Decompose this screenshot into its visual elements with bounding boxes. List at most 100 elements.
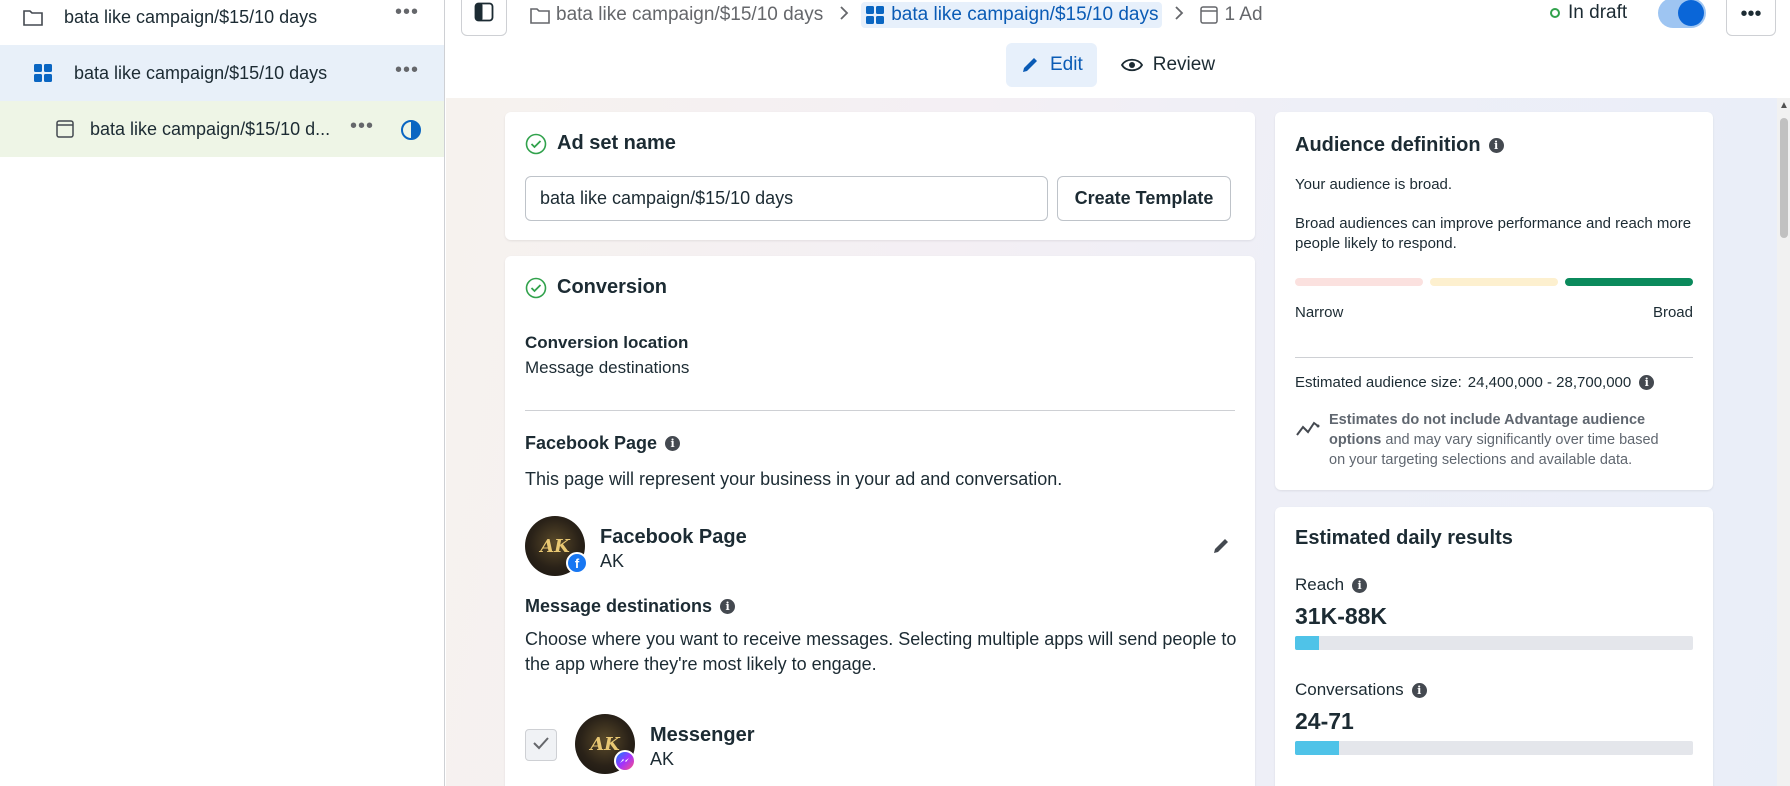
ad-page-icon <box>54 118 76 140</box>
section-title: Ad set name <box>525 132 676 155</box>
sidebar-panel-icon <box>474 2 494 27</box>
message-destinations-desc-1: Choose where you want to receive message… <box>525 629 1237 649</box>
folder-icon <box>530 6 550 24</box>
adset-name-input[interactable] <box>525 176 1048 221</box>
facebook-badge-icon: f <box>566 552 588 574</box>
audience-size-value: 24,400,000 - 28,700,000 <box>1467 374 1632 391</box>
more-options-icon[interactable]: ••• <box>350 115 374 138</box>
tree-item-label: bata like campaign/$15/10 days <box>74 62 328 83</box>
facebook-page-heading: Facebook Page i <box>525 433 681 454</box>
folder-icon <box>22 6 44 28</box>
estimate-note-line2: options and may vary significantly over … <box>1329 432 1659 448</box>
breadcrumb-label: bata like campaign/$15/10 days <box>891 4 1159 25</box>
messenger-badge-icon <box>614 750 636 772</box>
tree-item-ad[interactable]: bata like campaign/$15/10 d... ••• <box>0 101 444 157</box>
tree-item-label: bata like campaign/$15/10 d... <box>90 118 331 139</box>
adset-name-title: Ad set name <box>557 132 676 154</box>
reach-value: 31K-88K <box>1295 603 1388 629</box>
audience-broad-text: Your audience is broad. <box>1295 176 1453 193</box>
avatar-logo-text: AK <box>590 733 620 755</box>
adset-on-off-toggle[interactable] <box>1658 0 1706 28</box>
selected-page-name: Facebook Page <box>600 526 747 548</box>
info-icon[interactable]: i <box>720 599 736 614</box>
scrollbar-thumb[interactable] <box>1780 118 1788 238</box>
message-destinations-label: Message destinations <box>525 596 713 616</box>
info-icon[interactable]: i <box>665 436 681 451</box>
message-destinations-desc-2: the app where they're most likely to eng… <box>525 654 877 674</box>
message-destinations-heading: Message destinations i <box>525 596 736 617</box>
messenger-checkbox[interactable] <box>525 729 557 761</box>
half-circle-status-icon <box>400 119 422 146</box>
check-circle-icon <box>525 133 547 155</box>
info-icon[interactable]: i <box>1639 375 1655 390</box>
info-icon[interactable]: i <box>1352 577 1368 593</box>
breadcrumb-campaign[interactable]: bata like campaign/$15/10 days <box>526 2 827 28</box>
info-icon[interactable]: i <box>1488 138 1504 153</box>
audience-definition-title: Audience definition <box>1295 134 1481 156</box>
pencil-edit-icon[interactable] <box>1211 536 1231 561</box>
tree-item-label: bata like campaign/$15/10 days <box>64 6 318 27</box>
tab-label: Edit <box>1050 54 1083 75</box>
section-title: Estimated daily results <box>1295 527 1513 550</box>
tab-label: Review <box>1152 54 1216 75</box>
divider <box>1295 357 1693 358</box>
meter-narrow-label: Narrow <box>1295 304 1344 321</box>
status-badge: In draft <box>1550 2 1627 24</box>
reach-bar-fill <box>1295 636 1319 650</box>
editor-main: Ad set name Create Template Conversion C… <box>446 98 1790 786</box>
selected-page-sub: AK <box>600 551 625 571</box>
more-options-icon: ••• <box>1740 2 1762 25</box>
breadcrumb: bata like campaign/$15/10 days bata like… <box>526 0 1267 30</box>
sidebar-toggle-button[interactable] <box>461 0 507 36</box>
chevron-right-icon <box>1174 5 1184 26</box>
status-dot-icon <box>1550 8 1560 18</box>
tree-item-adset[interactable]: bata like campaign/$15/10 days ••• <box>0 45 444 101</box>
edit-review-tabs: Edit Review <box>1006 43 1229 87</box>
trend-line-icon <box>1295 416 1321 443</box>
campaign-tree: bata like campaign/$15/10 days ••• bata … <box>0 0 445 786</box>
chevron-right-icon <box>839 5 849 26</box>
facebook-page-description: This page will represent your business i… <box>525 469 1063 489</box>
status-label: In draft <box>1568 2 1628 23</box>
info-icon[interactable]: i <box>1411 682 1427 698</box>
scroll-up-arrow-icon[interactable]: ▲ <box>1779 100 1789 111</box>
breadcrumb-adset[interactable]: bata like campaign/$15/10 days <box>861 2 1163 28</box>
estimate-note-bold: options <box>1329 432 1382 448</box>
audience-desc-2: people likely to respond. <box>1295 235 1457 252</box>
section-title: Audience definition i <box>1295 134 1504 157</box>
reach-bar <box>1295 636 1693 650</box>
breadcrumb-label: bata like campaign/$15/10 days <box>556 4 824 25</box>
more-options-button[interactable]: ••• <box>1726 0 1776 36</box>
audience-meter-narrow <box>1295 278 1423 286</box>
checkmark-icon <box>532 736 550 755</box>
reach-label: Reach <box>1295 575 1345 594</box>
adset-grid-icon <box>32 62 54 84</box>
tab-review[interactable]: Review <box>1107 43 1229 87</box>
audience-desc-1: Broad audiences can improve performance … <box>1295 215 1692 232</box>
audience-definition-card: Audience definition i Your audience is b… <box>1275 112 1713 490</box>
audience-meter-broad <box>1565 278 1693 286</box>
meter-broad-label: Broad <box>1652 304 1693 321</box>
top-bar: bata like campaign/$15/10 days bata like… <box>446 0 1790 98</box>
pencil-icon <box>1020 55 1040 75</box>
conversion-card: Conversion Conversion location Message d… <box>505 256 1255 786</box>
estimate-note-text: and may vary significantly over time bas… <box>1381 432 1659 448</box>
conversations-value: 24-71 <box>1295 708 1354 734</box>
conversion-title: Conversion <box>557 276 668 298</box>
tree-item-campaign[interactable]: bata like campaign/$15/10 days ••• <box>0 0 444 45</box>
estimate-note-line1: Estimates do not include Advantage audie… <box>1329 412 1645 428</box>
conversion-location-label: Conversion location <box>525 333 689 352</box>
eye-icon <box>1120 57 1143 73</box>
audience-size-row: Estimated audience size: 24,400,000 - 28… <box>1295 374 1655 391</box>
estimate-note-bold: Estimates do not include Advantage audie… <box>1329 412 1646 428</box>
adset-grid-icon <box>865 5 885 25</box>
audience-meter-mid <box>1430 278 1558 286</box>
more-options-icon[interactable]: ••• <box>395 59 419 82</box>
create-template-button[interactable]: Create Template <box>1057 176 1231 221</box>
tab-edit[interactable]: Edit <box>1006 43 1097 87</box>
conversations-label-row: Conversations i <box>1295 680 1427 700</box>
breadcrumb-ad[interactable]: 1 Ad <box>1196 2 1266 28</box>
more-options-icon[interactable]: ••• <box>395 1 419 24</box>
conversations-bar-fill <box>1295 741 1339 755</box>
main-scrollbar[interactable]: ▲ <box>1777 98 1790 786</box>
